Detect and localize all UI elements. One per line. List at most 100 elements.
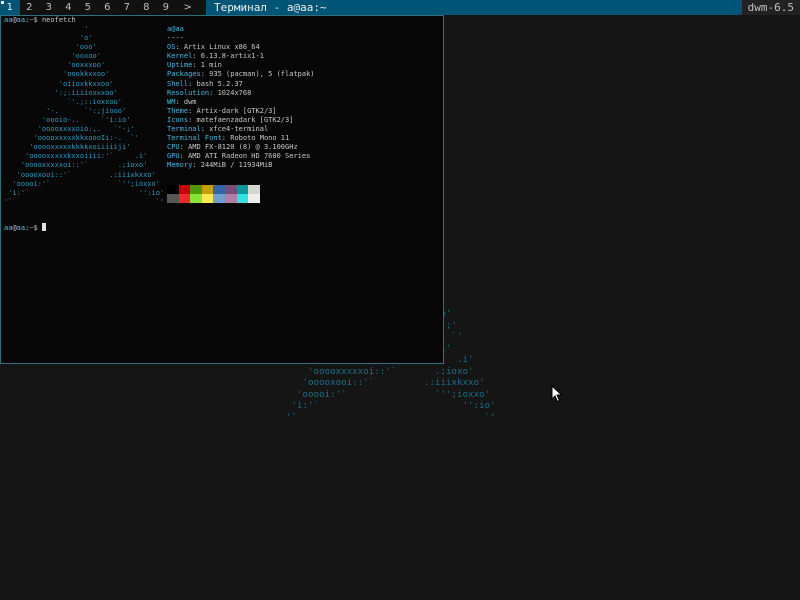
- color-swatch: [167, 194, 179, 203]
- color-swatch: [167, 185, 179, 194]
- color-swatch: [190, 194, 202, 203]
- info-value: 6.13.8-artix1-1: [200, 52, 264, 61]
- info-colon: :: [175, 43, 184, 52]
- info-value: 1 min: [200, 61, 222, 70]
- info-value: 1024x768: [217, 88, 252, 97]
- tag-3[interactable]: 3: [39, 0, 59, 15]
- info-value: bash 5.2.37: [196, 79, 243, 88]
- info-colon: :: [188, 79, 197, 88]
- info-row: Packages: 935 (pacman), 5 (flatpak): [167, 70, 315, 79]
- text-cursor: [41, 223, 46, 231]
- status-text: dwm-6.5: [741, 0, 800, 15]
- color-palette: [167, 185, 260, 203]
- info-value: xfce4-terminal: [209, 125, 269, 134]
- info-value: Artix-dark [GTK2/3]: [196, 106, 277, 115]
- prompt-symbol: $: [33, 224, 38, 232]
- color-swatch: [201, 194, 214, 203]
- info-colon: :: [179, 152, 189, 161]
- info-row: CPU: AMD FX-8120 (8) @ 3.100GHz: [167, 143, 315, 152]
- info-row: Icons: matefaenzadark [GTK2/3]: [167, 116, 315, 125]
- tag-5[interactable]: 5: [78, 0, 98, 15]
- prompt-host: aa: [16, 224, 26, 232]
- info-colon: :: [200, 125, 210, 134]
- input-prompt-line[interactable]: aa@aa:~$: [4, 223, 46, 233]
- info-colon: :: [175, 97, 184, 106]
- color-swatch: [248, 185, 260, 194]
- prompt-symbol: $: [33, 16, 38, 24]
- neofetch-artix-logo: ' 'o' 'ooo' 'ooxoo' 'ooxxxoo' 'oookkxxoo…: [4, 25, 165, 206]
- color-swatch: [236, 194, 249, 203]
- info-key: Memory: [167, 161, 193, 170]
- info-value: dwm: [183, 97, 197, 106]
- info-key: Shell: [167, 79, 189, 88]
- info-value: Roboto Mono 11: [230, 134, 290, 143]
- info-key: Kernel: [167, 52, 193, 61]
- info-row: WM: dwm: [167, 98, 315, 107]
- color-swatch: [224, 194, 237, 203]
- info-row: Kernel: 6.13.8-artix1-1: [167, 52, 315, 61]
- terminal-window[interactable]: aa@aa:~$ neofetch ' 'o' 'ooo' 'ooxoo' 'o…: [0, 15, 444, 364]
- info-row: Uptime: 1 min: [167, 61, 315, 70]
- info-rows: OS: Artix Linux x86_64 Kernel: 6.13.8-art…: [167, 43, 315, 170]
- info-colon: :: [188, 106, 197, 115]
- occupied-indicator: [1, 1, 4, 4]
- info-colon: :: [192, 52, 201, 61]
- info-colon: :: [209, 88, 218, 97]
- color-swatch: [178, 185, 191, 194]
- info-header-rule: ----: [167, 34, 184, 43]
- info-colon: :: [192, 161, 201, 170]
- info-colon: :: [200, 70, 210, 79]
- info-header-user: a@aa: [167, 25, 184, 33]
- layout-indicator[interactable]: ><>: [184, 0, 208, 28]
- info-colon: :: [179, 143, 189, 152]
- tag-7[interactable]: 7: [117, 0, 137, 15]
- tag-1[interactable]: 1: [0, 0, 20, 15]
- info-row: Terminal Font: Roboto Mono 11: [167, 134, 315, 143]
- color-swatch: [190, 185, 202, 194]
- info-key: CPU: [167, 143, 180, 152]
- info-value: AMD FX-8120 (8) @ 3.100GHz: [188, 143, 298, 152]
- tag-4[interactable]: 4: [59, 0, 79, 15]
- info-value: 935 (pacman), 5 (flatpak): [209, 70, 315, 79]
- info-row: Shell: bash 5.2.37: [167, 80, 315, 89]
- info-key: Icons: [167, 115, 189, 124]
- color-swatch: [178, 194, 191, 203]
- info-key: Resolution: [167, 88, 210, 97]
- command-line: aa@aa:~$ neofetch: [4, 16, 76, 25]
- info-row: Resolution: 1024x768: [167, 89, 315, 98]
- info-key: Terminal Font: [167, 134, 222, 143]
- tag-6[interactable]: 6: [98, 0, 118, 15]
- color-swatch: [213, 185, 225, 194]
- info-row: GPU: AMD ATI Radeon HD 7600 Series: [167, 152, 315, 161]
- color-swatch: [248, 194, 260, 203]
- info-colon: :: [192, 61, 201, 70]
- info-row: OS: Artix Linux x86_64: [167, 43, 315, 52]
- tag-list: 123456789: [0, 0, 176, 15]
- color-swatch: [224, 185, 237, 194]
- info-row: Theme: Artix-dark [GTK2/3]: [167, 107, 315, 116]
- info-key: Terminal: [167, 125, 201, 134]
- info-value: 244MiB / 11934MiB: [200, 161, 273, 170]
- tag-9[interactable]: 9: [156, 0, 176, 15]
- info-value: matefaenzadark [GTK2/3]: [196, 115, 294, 124]
- system-info: a@aa ---- OS: Artix Linux x86_64 Kernel: …: [167, 25, 315, 171]
- info-key: Theme: [167, 106, 189, 115]
- tag-2[interactable]: 2: [20, 0, 40, 15]
- command-text: neofetch: [41, 16, 76, 24]
- info-key: Uptime: [167, 61, 193, 70]
- info-row: Terminal: xfce4-terminal: [167, 125, 315, 134]
- mouse-pointer-icon: [551, 385, 563, 403]
- color-swatch: [201, 185, 214, 194]
- prompt-host: aa: [16, 16, 26, 24]
- palette-row-bright: [167, 194, 260, 203]
- info-colon: :: [188, 115, 197, 124]
- info-colon: :: [221, 134, 231, 143]
- tag-8[interactable]: 8: [137, 0, 157, 15]
- window-title: Терминал - a@aa:~: [206, 0, 744, 15]
- color-swatch: [236, 185, 249, 194]
- info-value: AMD ATI Radeon HD 7600 Series: [188, 152, 311, 161]
- info-row: Memory: 244MiB / 11934MiB: [167, 161, 315, 170]
- info-key: GPU: [167, 152, 180, 161]
- palette-row-normal: [167, 185, 260, 194]
- info-key: Packages: [167, 70, 201, 79]
